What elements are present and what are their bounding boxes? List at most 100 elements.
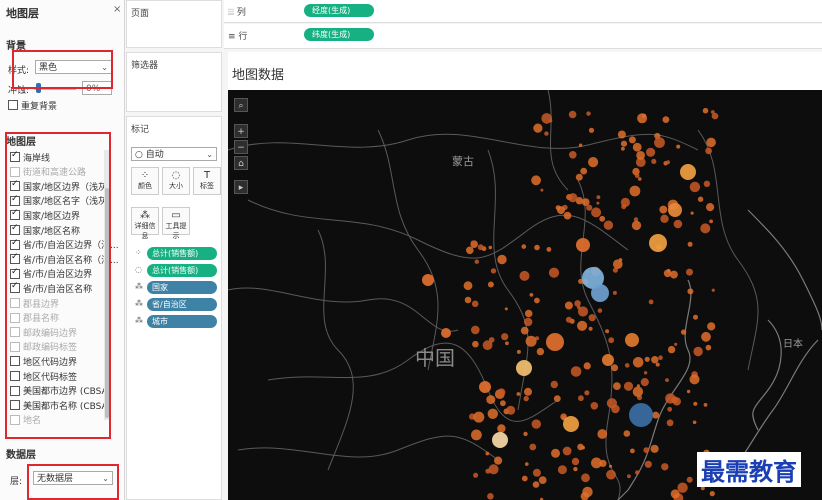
city-mark (612, 290, 617, 295)
city-mark (588, 127, 595, 133)
columns-pill[interactable]: 经度(生成) (304, 4, 374, 17)
marks-palette-button[interactable]: ⁘ 颜色 (131, 167, 159, 195)
pill-type-icon: ◌ (135, 265, 142, 274)
pill-type-icon: ⁂ (135, 316, 143, 325)
search-icon[interactable]: ⌕ (234, 98, 248, 112)
map-canvas[interactable]: 蒙古 中国 日本 ⌕ + − ⌂ ▸ (228, 90, 822, 500)
city-mark (677, 482, 688, 493)
city-mark (497, 424, 506, 433)
field-pill[interactable]: 城市 (147, 315, 217, 328)
home-icon[interactable]: ⌂ (234, 156, 248, 170)
city-mark (692, 420, 697, 425)
close-icon[interactable]: × (113, 4, 121, 15)
city-mark (557, 206, 565, 215)
city-mark (534, 244, 540, 251)
coastline (752, 319, 782, 431)
zoom-out-icon[interactable]: − (234, 140, 248, 154)
city-mark (578, 395, 584, 402)
city-mark (676, 144, 681, 149)
border-line (228, 287, 459, 332)
rows-shelf[interactable]: ≡ 行 纬度(生成) (224, 24, 822, 49)
city-mark (586, 204, 593, 211)
city-mark (516, 360, 532, 376)
city-mark (627, 474, 631, 479)
city-mark (487, 493, 494, 500)
city-mark (525, 462, 529, 466)
city-mark (470, 240, 475, 245)
city-mark (533, 123, 543, 133)
city-mark (652, 411, 660, 419)
city-mark (632, 142, 642, 152)
city-mark (422, 274, 434, 286)
marks-button-label: 详细信息 (134, 222, 156, 240)
city-mark (649, 234, 667, 252)
field-pill[interactable]: 国家 (147, 281, 217, 294)
city-mark (591, 457, 602, 469)
city-mark (464, 296, 472, 304)
city-mark (544, 131, 549, 136)
city-mark (680, 329, 687, 335)
border-line (247, 199, 629, 259)
columns-shelf[interactable]: ⦙⦙⦙ 列 经度(生成) (224, 0, 822, 23)
city-mark (588, 326, 593, 331)
chevron-down-icon: ⌄ (206, 150, 213, 159)
marks-label-button[interactable]: T 标签 (193, 167, 221, 195)
city-mark (605, 329, 610, 334)
city-mark (570, 366, 582, 377)
rows-pill[interactable]: 纬度(生成) (304, 28, 374, 41)
border-line (377, 129, 439, 371)
city-mark (568, 110, 577, 119)
marks-button-label: 大小 (169, 182, 183, 190)
city-mark (500, 400, 506, 407)
expand-icon[interactable]: ▸ (234, 180, 248, 194)
map-label-japan: 日本 (783, 339, 803, 350)
marks-size-button[interactable]: ◌ 大小 (162, 167, 190, 195)
city-mark (644, 356, 650, 362)
city-mark (623, 430, 631, 437)
field-pill[interactable]: 省/自治区 (147, 298, 217, 311)
repeat-background-checkbox[interactable]: 重复背景 (8, 98, 57, 112)
field-pill[interactable]: 总计(销售额) (147, 247, 217, 260)
city-mark (534, 297, 540, 304)
city-mark (471, 325, 480, 335)
city-mark (477, 244, 484, 251)
map-label-mongolia: 蒙古 (452, 155, 474, 168)
mark-type-select[interactable]: ○ 自动 ⌄ (131, 147, 217, 161)
zoom-in-icon[interactable]: + (234, 124, 248, 138)
pages-card[interactable]: 页面 (126, 0, 222, 48)
marks-detail-button[interactable]: ⁂ 详细信息 (131, 207, 159, 240)
field-pill[interactable]: 总计(销售额) (147, 264, 217, 277)
city-mark (501, 333, 509, 341)
city-mark (487, 408, 498, 419)
city-mark (667, 406, 673, 412)
city-mark (548, 267, 560, 278)
pages-title: 页面 (131, 9, 150, 19)
city-mark (638, 177, 642, 181)
marks-title: 标记 (131, 125, 150, 135)
city-mark (666, 160, 670, 165)
checkbox[interactable] (8, 100, 18, 110)
marks-tooltip-button[interactable]: ▭ 工具提示 (162, 207, 190, 240)
city-mark (654, 137, 665, 148)
city-mark (506, 405, 516, 415)
city-mark (651, 158, 657, 164)
data-layer-label: 层: (10, 477, 23, 487)
city-mark (569, 151, 577, 159)
city-mark (590, 402, 599, 410)
city-mark (597, 429, 608, 439)
city-mark (525, 335, 537, 347)
city-mark (686, 268, 693, 276)
filters-card[interactable]: 筛选器 (126, 52, 222, 112)
city-mark (602, 354, 614, 366)
city-mark (577, 320, 588, 331)
city-mark (705, 344, 712, 351)
city-mark (591, 284, 609, 302)
city-mark (618, 258, 623, 262)
city-mark (635, 470, 640, 475)
city-mark (466, 246, 474, 255)
city-mark (623, 381, 634, 391)
pill-type-icon: ⁘ (135, 248, 142, 257)
cards-column: 页面 筛选器 标记 ○ 自动 ⌄ ⁘ 颜色 ◌ 大小 T 标签 ⁂ 详细信息 ▭ 工具提示 ⁘ 总计(… (126, 0, 222, 500)
city-mark (538, 476, 547, 484)
palette-icon: ⁘ (140, 170, 150, 181)
